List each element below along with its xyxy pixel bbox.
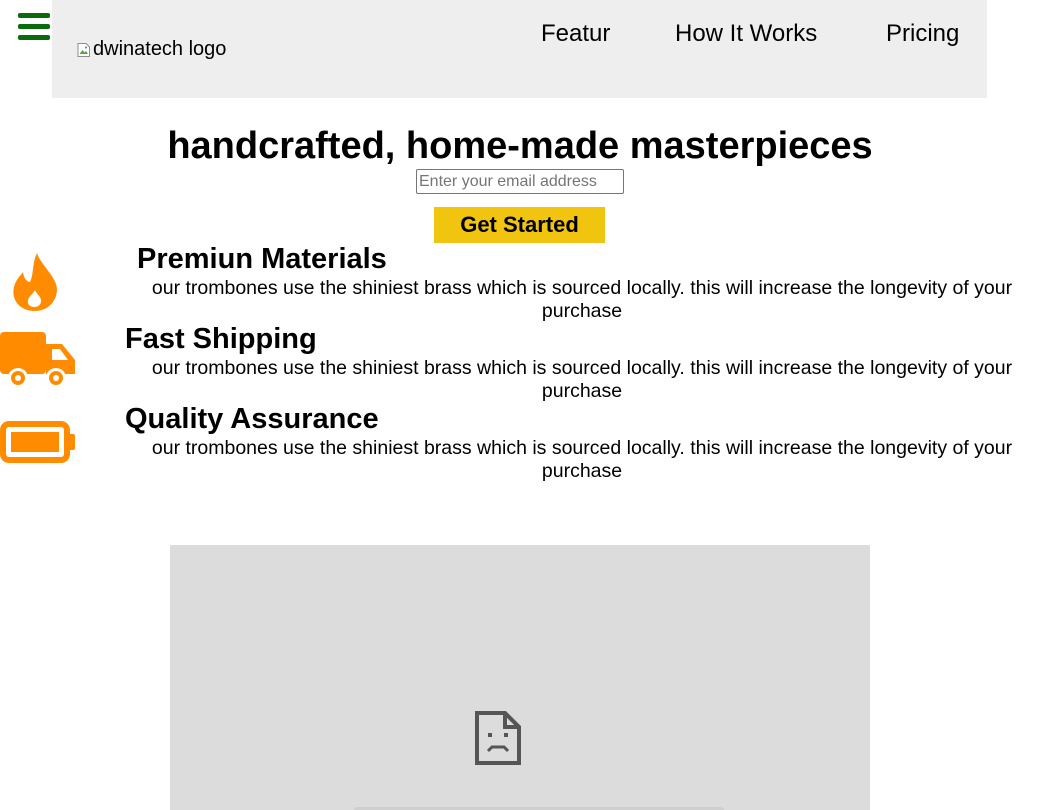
get-started-button[interactable]: Get Started xyxy=(434,207,605,243)
sad-page-icon xyxy=(475,711,521,770)
logo-alt-text: dwinatech logo xyxy=(93,37,227,60)
battery-full-icon xyxy=(0,421,76,468)
feature-description: our trombones use the shiniest brass whi… xyxy=(151,277,1013,322)
feature-description: our trombones use the shiniest brass whi… xyxy=(151,437,1013,482)
hero-title: handcrafted, home-made masterpieces xyxy=(167,125,873,167)
hamburger-bar xyxy=(18,24,50,29)
logo: dwinatech logo xyxy=(76,38,226,60)
nav-link-pricing[interactable]: Pricing xyxy=(886,20,959,48)
feature-title: Fast Shipping xyxy=(125,323,317,355)
truck-icon xyxy=(0,330,76,397)
nav-link-how-it-works[interactable]: How It Works xyxy=(675,20,817,48)
hamburger-bar xyxy=(18,13,50,18)
site-header: dwinatech logo Featur How It Works Prici… xyxy=(52,0,987,98)
hamburger-menu-icon[interactable] xyxy=(18,13,50,41)
broken-image-icon xyxy=(76,41,92,57)
fire-icon xyxy=(11,252,59,319)
feature-description: our trombones use the shiniest brass whi… xyxy=(151,357,1013,402)
email-input[interactable] xyxy=(416,169,624,194)
feature-title: Premiun Materials xyxy=(137,243,387,275)
nav-link-features[interactable]: Featur xyxy=(541,20,610,48)
video-embed[interactable] xyxy=(170,545,870,810)
page: dwinatech logo Featur How It Works Prici… xyxy=(0,0,1040,810)
feature-title: Quality Assurance xyxy=(125,403,379,435)
hamburger-bar xyxy=(18,35,50,40)
